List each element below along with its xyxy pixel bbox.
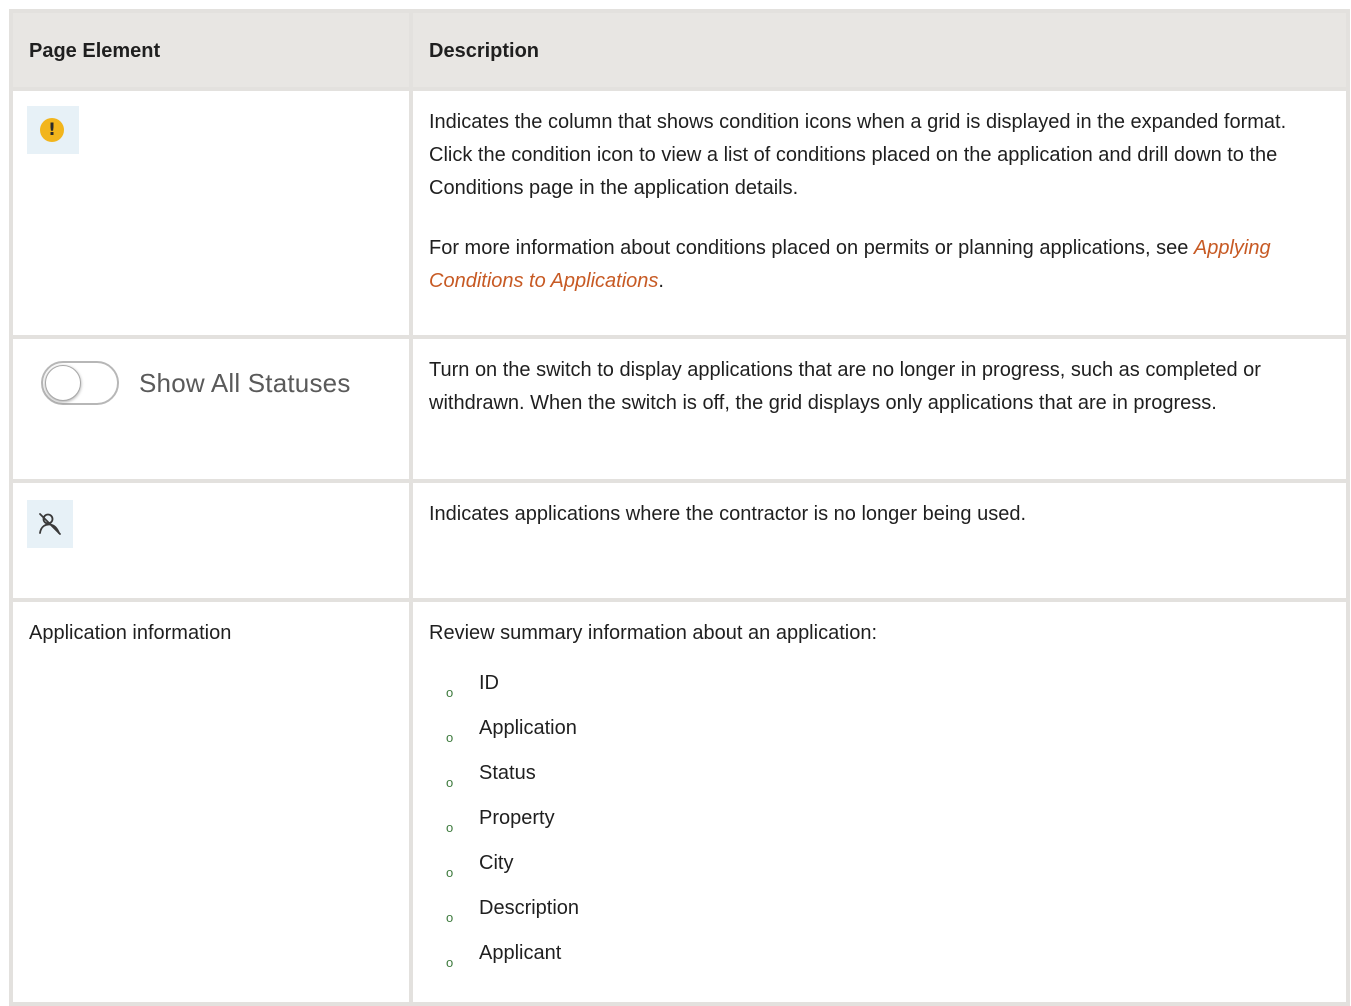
- page-element-cell: Show All Statuses: [9, 335, 413, 483]
- column-header-description: Description: [409, 9, 1350, 91]
- bullet-icon: o: [446, 820, 454, 835]
- contractor-removed-icon: [39, 513, 61, 535]
- bullet-icon: o: [446, 865, 454, 880]
- application-information-description: Review summary information about an appl…: [429, 622, 877, 644]
- bullet-icon: o: [446, 685, 454, 700]
- list-item: o Description: [429, 892, 1332, 937]
- description-cell: Indicates the column that shows conditio…: [409, 87, 1350, 339]
- page-elements-table: Page Element Description ! Indicates the…: [9, 9, 1350, 1006]
- page-element-cell: [9, 479, 413, 602]
- toggle-knob: [45, 365, 81, 401]
- list-item: o Status: [429, 757, 1332, 802]
- status-toggle-description: Turn on the switch to display applicatio…: [429, 359, 1261, 414]
- description-cell: Review summary information about an appl…: [409, 598, 1350, 1006]
- application-fields-list: o ID o Application o Status o Property o City…: [429, 667, 1332, 982]
- bullet-icon: o: [446, 775, 454, 790]
- list-item: o Applicant: [429, 937, 1332, 982]
- page-element-cell: !: [9, 87, 413, 339]
- bullet-icon: o: [446, 910, 454, 925]
- application-information-label: Application information: [29, 622, 232, 644]
- condition-description: Indicates the column that shows conditio…: [429, 111, 1287, 199]
- table-row-contractor: Indicates applications where the contrac…: [9, 479, 1350, 602]
- list-item: o ID: [429, 667, 1332, 712]
- list-item: o Application: [429, 712, 1332, 757]
- bullet-icon: o: [446, 730, 454, 745]
- list-item: o Property: [429, 802, 1332, 847]
- condition-more-info: For more information about conditions pl…: [429, 237, 1271, 292]
- show-all-statuses-switch: Show All Statuses: [13, 339, 409, 405]
- table-row-show-all-statuses: Show All Statuses Turn on the switch to …: [9, 335, 1350, 483]
- show-all-statuses-toggle[interactable]: [41, 361, 119, 405]
- column-header-page-element: Page Element: [9, 9, 413, 91]
- table-row-condition: ! Indicates the column that shows condit…: [9, 87, 1350, 339]
- table-row-application-information: Application information Review summary i…: [9, 598, 1350, 1006]
- description-cell: Indicates applications where the contrac…: [409, 479, 1350, 602]
- description-cell: Turn on the switch to display applicatio…: [409, 335, 1350, 483]
- contractor-description: Indicates applications where the contrac…: [429, 503, 1027, 525]
- table-header-row: Page Element Description: [9, 9, 1350, 91]
- warning-icon: !: [40, 118, 64, 142]
- toggle-label: Show All Statuses: [139, 367, 351, 398]
- condition-icon-tile: !: [27, 106, 79, 154]
- list-item: o City: [429, 847, 1332, 892]
- page-element-cell: Application information: [9, 598, 413, 1006]
- contractor-icon-tile: [27, 500, 73, 548]
- bullet-icon: o: [446, 955, 454, 970]
